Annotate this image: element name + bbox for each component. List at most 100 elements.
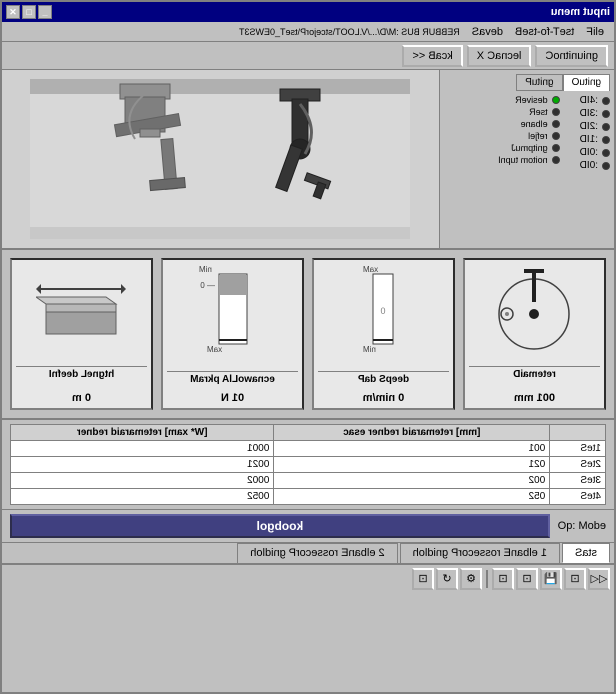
continuing-button[interactable]: gniunitnoC (535, 45, 608, 67)
table-row: 2teS 021 0021 (11, 457, 606, 473)
row-col1: 021 (274, 457, 550, 473)
io-row-0: :4ID (580, 95, 610, 106)
io-status-dot-2 (552, 120, 560, 128)
title-bar: input menu _ □ ✕ (2, 2, 614, 22)
io-dot-0 (602, 97, 610, 105)
col2-header: [W* xam] retemaraid redner (11, 425, 274, 441)
io-status-3: refjel (498, 131, 560, 141)
toolbar-btn-4[interactable]: ⊡ (492, 568, 514, 590)
tab-stats[interactable]: staS (562, 543, 610, 563)
row-label: 2teS (550, 457, 606, 473)
io-status-0: desiveR (498, 95, 560, 105)
tab-output[interactable]: gnituO (563, 74, 610, 91)
io-status-dot-5 (552, 156, 560, 164)
io-status-label-0: desiveR (515, 95, 548, 105)
row-col2: 0021 (11, 457, 274, 473)
markup-svg: niM xaM — 0 (198, 264, 268, 364)
io-row-5: :0ID (580, 160, 610, 171)
logbook-button[interactable]: koobgol (10, 514, 550, 538)
io-tabs: gnituO gnituP (444, 74, 610, 91)
menu-path: REBBUR BUS :M/D/.../V.LOOT\stcejorP\tseT… (233, 27, 466, 37)
svg-text:xaM: xaM (363, 265, 378, 274)
param-pad-speed: xaM niM 0 deepS daP 0 nim/m (312, 258, 455, 410)
svg-text:niM: niM (199, 265, 212, 274)
top-section: gnituO gnituP :4ID :3ID (2, 70, 614, 250)
io-dot-3 (602, 136, 610, 144)
tab-input[interactable]: gnituP (516, 74, 562, 91)
toolbar-separator-1 (486, 570, 488, 588)
menu-file[interactable]: eliF (580, 26, 610, 38)
io-row-1: :3ID (580, 108, 610, 119)
tab-processor-1[interactable]: 1 elbanE rossecorP gnidloh (400, 543, 560, 563)
infeed-svg (37, 264, 127, 354)
param-infeed: htgneL deefnI 0 m (10, 258, 153, 410)
svg-text:xaM: xaM (207, 345, 222, 354)
io-label-4: :0ID (580, 147, 598, 158)
io-status-4: gnitpmuJ (498, 143, 560, 153)
io-status-label-1: tseR (529, 107, 548, 117)
io-status-label-3: refjel (528, 131, 548, 141)
param-markup: niM xaM — 0 ecnawoLlA pkraM 01 N (161, 258, 304, 410)
io-status-dot-3 (552, 132, 560, 140)
param-diameter: retemaiD 001 mm (463, 258, 606, 410)
toolbar-btn-2[interactable]: 💾 (540, 568, 562, 590)
toolbar-btn-1[interactable]: ⊡ (564, 568, 586, 590)
io-row-2: :2ID (580, 121, 610, 132)
logbook-section: edoM :qO koobgol (2, 510, 614, 543)
io-dot-2 (602, 123, 610, 131)
toolbar-btn-0[interactable]: ◁◁ (588, 568, 610, 590)
svg-text:0: 0 (381, 306, 386, 316)
io-panel: gnituO gnituP :4ID :3ID (439, 70, 614, 248)
mode-label: edoM :qO (558, 520, 606, 532)
window-title: input menu (551, 6, 610, 18)
back-button[interactable]: kcaB << (402, 45, 462, 67)
title-bar-buttons: _ □ ✕ (6, 5, 52, 19)
maximize-button[interactable]: □ (22, 5, 36, 19)
cancel-button[interactable]: lecnaC X (467, 45, 532, 67)
io-label-1: :3ID (580, 108, 598, 119)
tabs-section: staS 1 elbanE rossecorP gnidloh 2 elbanE… (2, 543, 614, 564)
svg-text:niM: niM (363, 345, 376, 354)
menu-best-of-test[interactable]: tseT-fo-tseB (509, 26, 580, 38)
io-status-2: elbane (498, 119, 560, 129)
data-table: [mm] retemaraid redner esac [W* xam] ret… (10, 424, 606, 505)
diameter-value: 001 mm (514, 392, 555, 404)
top-bar: gniunitnoC lecnaC X kcaB << (2, 42, 614, 70)
toolbar-btn-3[interactable]: ⊡ (516, 568, 538, 590)
close-button[interactable]: ✕ (6, 5, 20, 19)
row-label: 4teS (550, 489, 606, 505)
minimize-button[interactable]: _ (38, 5, 52, 19)
table-row: 3teS 002 0002 (11, 473, 606, 489)
infeed-label: htgneL deefnI (16, 366, 147, 380)
row-col1: 002 (274, 473, 550, 489)
table-row: 1teS 001 0001 (11, 441, 606, 457)
io-status-label-2: elbane (521, 119, 548, 129)
io-status-dot-4 (552, 144, 560, 152)
toolbar-btn-6[interactable]: ↺ (436, 568, 458, 590)
markup-value: 01 N (221, 392, 244, 404)
infeed-value: 0 m (72, 392, 91, 404)
robot-image-panel (2, 70, 439, 248)
io-status-1: tseR (498, 107, 560, 117)
col-label-header (550, 425, 606, 441)
main-window: input menu _ □ ✕ eliF tseT-fo-tseB devaS… (0, 0, 616, 694)
toolbar-btn-7[interactable]: ⊡ (412, 568, 434, 590)
tab-processor-2[interactable]: 2 elbanE rossecorP gnidloh (237, 543, 397, 563)
toolbar-btn-5[interactable]: ⚙ (460, 568, 482, 590)
io-label-5: :0ID (580, 160, 598, 171)
row-label: 3teS (550, 473, 606, 489)
io-status-label-4: gnitpmuJ (511, 143, 548, 153)
diameter-svg (490, 264, 580, 354)
io-dot-1 (602, 110, 610, 118)
robot-svg (31, 79, 411, 239)
io-status-dot-1 (552, 108, 560, 116)
pad-speed-label: deepS daP (318, 371, 449, 385)
row-col1: 001 (274, 441, 550, 457)
row-col2: 0002 (11, 473, 274, 489)
table-row: 4teS 052 0052 (11, 489, 606, 505)
io-label-0: :4ID (580, 95, 598, 106)
row-col2: 0001 (11, 441, 274, 457)
markup-label: ecnawoLlA pkraM (167, 371, 298, 385)
table-section: [mm] retemaraid redner esac [W* xam] ret… (2, 420, 614, 510)
menu-saved[interactable]: devaS (466, 26, 509, 38)
